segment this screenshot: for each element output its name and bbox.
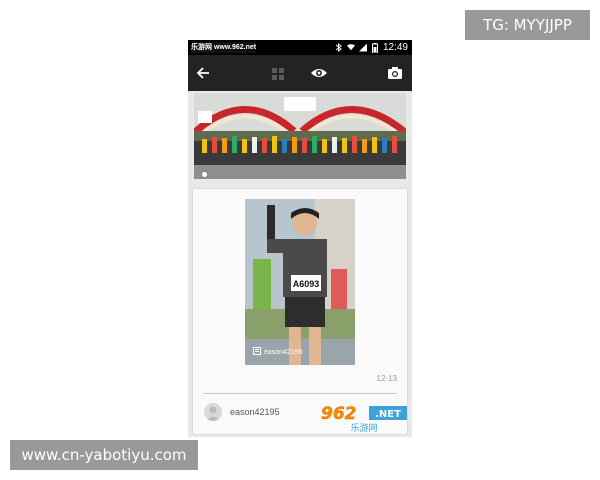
marathon-start-photo xyxy=(194,93,406,179)
user-avatar-icon xyxy=(206,406,220,421)
grid-icon[interactable] xyxy=(272,67,284,80)
battery-icon xyxy=(371,42,379,53)
runner-photo: A6093 xyxy=(245,199,355,365)
avatar[interactable] xyxy=(204,403,222,421)
bib-number: A6093 xyxy=(293,279,320,289)
carousel-indicator-dot[interactable] xyxy=(202,172,207,177)
post-username[interactable]: eason42195 xyxy=(230,407,280,417)
bluetooth-icon xyxy=(335,43,343,52)
status-site-watermark: 乐游网 www.962.net xyxy=(191,42,257,53)
app-toolbar xyxy=(188,55,412,91)
back-arrow-icon[interactable] xyxy=(194,63,214,83)
tg-watermark-label: TG: MYYJJPP xyxy=(465,10,590,40)
post-card: A6093 eason42195 12-13 eason42195 962 .N… xyxy=(192,188,408,435)
photo-tag-text: eason42195 xyxy=(264,348,303,356)
phone-screen: 乐游网 www.962.net 12:49 A6093 eason42195 1… xyxy=(188,40,412,437)
hero-carousel-image[interactable] xyxy=(194,93,406,179)
camera-icon[interactable] xyxy=(386,64,404,82)
photo-tag-icon xyxy=(253,347,261,357)
status-icons: 12:49 xyxy=(335,41,408,54)
wifi-icon xyxy=(346,43,355,52)
status-time: 12:49 xyxy=(382,42,408,53)
site-watermark-label: www.cn-yabotiyu.com xyxy=(10,440,198,470)
svg-text:乐游网: 乐游网 xyxy=(350,422,377,434)
page: TG: MYYJJPP 乐游网 www.962.net 12:49 A6093 … xyxy=(0,0,600,480)
962-net-logo: 962 .NET 乐游网 xyxy=(321,404,407,434)
post-photo[interactable]: A6093 eason42195 xyxy=(245,199,355,365)
svg-text:.NET: .NET xyxy=(375,409,401,420)
photo-watermark: eason42195 xyxy=(253,347,303,357)
post-date: 12-13 xyxy=(376,374,397,383)
signal-icon xyxy=(358,43,367,52)
card-divider xyxy=(203,393,397,394)
status-bar: 乐游网 www.962.net 12:49 xyxy=(188,40,412,55)
svg-text:962: 962 xyxy=(321,404,357,424)
eye-icon[interactable] xyxy=(310,65,328,81)
